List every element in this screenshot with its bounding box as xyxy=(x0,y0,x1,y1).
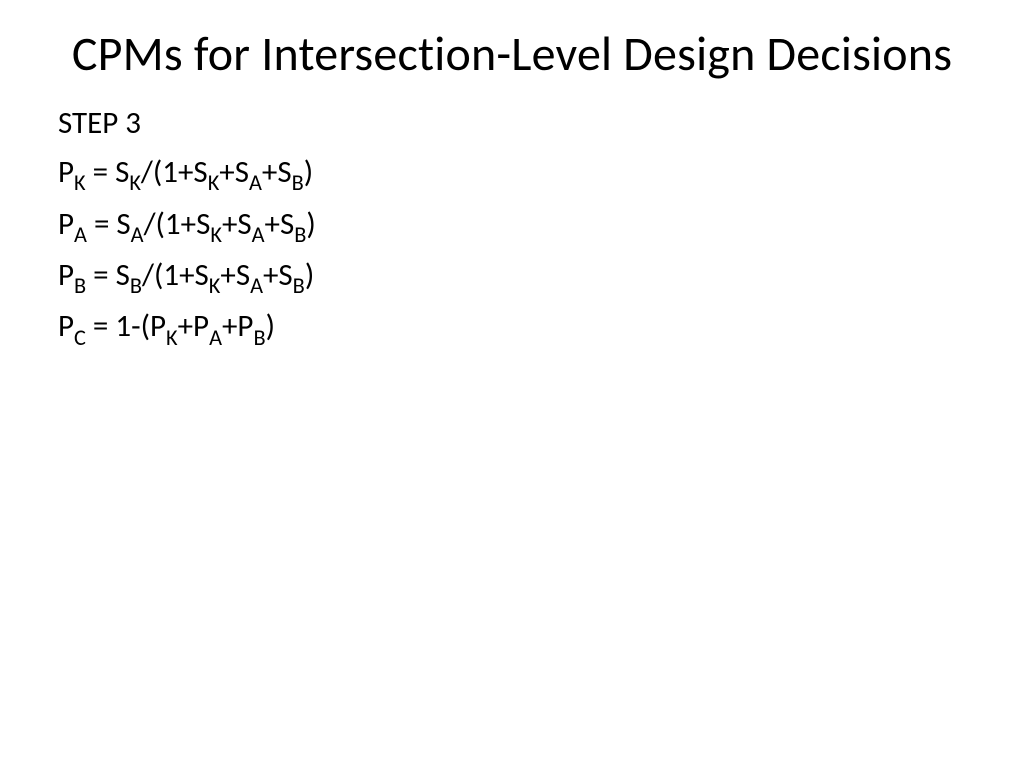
eq-text: +S xyxy=(265,205,295,243)
eq-sub: K xyxy=(74,169,86,196)
eq-text: ) xyxy=(305,256,314,294)
eq-text: /(1+S xyxy=(144,205,211,243)
eq-text: P xyxy=(58,307,74,345)
eq-text: /(1+S xyxy=(142,256,209,294)
eq-sub: K xyxy=(166,324,178,351)
step-label: STEP 3 xyxy=(58,99,966,148)
eq-sub: K xyxy=(129,169,141,196)
eq-sub: K xyxy=(208,169,220,196)
eq-text: +S xyxy=(263,256,293,294)
eq-sub: A xyxy=(131,221,144,248)
eq-sub: K xyxy=(210,221,222,248)
eq-text: +S xyxy=(222,205,252,243)
eq-sub: B xyxy=(130,272,142,299)
eq-text: P xyxy=(58,256,74,294)
eq-text: ) xyxy=(306,205,315,243)
eq-sub: A xyxy=(252,221,265,248)
equation-line: PK = SK/(1+SK+SA+SB) xyxy=(58,148,966,199)
equation-line: PC = 1-(PK+PA+PB) xyxy=(58,302,966,353)
eq-text: ) xyxy=(304,153,313,191)
slide-title: CPMs for Intersection-Level Design Decis… xyxy=(0,0,1024,81)
equation-line: PA = SA/(1+SK+SA+SB) xyxy=(58,200,966,251)
eq-sub: C xyxy=(74,324,86,351)
slide-body: STEP 3 PK = SK/(1+SK+SA+SB) PA = SA/(1+S… xyxy=(0,81,1024,354)
eq-text: P xyxy=(58,153,74,191)
eq-text: = S xyxy=(86,153,130,191)
eq-text: /(1+S xyxy=(141,153,208,191)
eq-text: P xyxy=(58,205,74,243)
eq-sub: B xyxy=(294,221,306,248)
eq-text: = S xyxy=(87,205,131,243)
eq-text: +P xyxy=(178,307,209,345)
eq-sub: B xyxy=(74,272,86,299)
eq-text: ) xyxy=(266,307,275,345)
eq-sub: A xyxy=(250,272,263,299)
eq-sub: B xyxy=(253,324,265,351)
eq-sub: A xyxy=(209,324,222,351)
eq-text: +S xyxy=(262,153,292,191)
slide: CPMs for Intersection-Level Design Decis… xyxy=(0,0,1024,768)
eq-sub: B xyxy=(292,169,304,196)
eq-text: = 1-(P xyxy=(86,307,166,345)
equation-line: PB = SB/(1+SK+SA+SB) xyxy=(58,251,966,302)
eq-text: +S xyxy=(220,256,250,294)
eq-sub: B xyxy=(293,272,305,299)
eq-text: = S xyxy=(86,256,130,294)
eq-sub: K xyxy=(209,272,221,299)
eq-sub: A xyxy=(74,221,87,248)
eq-text: +S xyxy=(219,153,249,191)
eq-text: +P xyxy=(222,307,253,345)
eq-sub: A xyxy=(249,169,262,196)
